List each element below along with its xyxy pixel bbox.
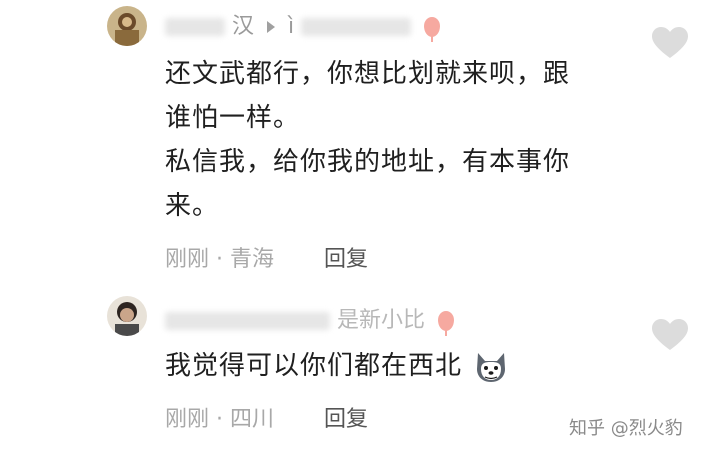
blurred-name-segment <box>165 312 330 330</box>
comment-time: 刚刚 <box>165 247 210 272</box>
play-arrow-icon <box>267 21 276 33</box>
comment-text: 我觉得可以你们都在西北 <box>165 344 625 388</box>
blurred-name-segment <box>301 18 412 36</box>
like-heart-icon[interactable] <box>651 318 689 356</box>
reply-target-text: ì <box>288 14 295 39</box>
balloon-icon <box>424 17 441 42</box>
comment-line: 来。 <box>165 191 220 221</box>
like-heart-icon[interactable] <box>651 26 689 64</box>
commenter-name-text: 是新小比 <box>337 308 426 333</box>
balloon-icon <box>438 311 455 336</box>
avatar[interactable] <box>107 296 147 336</box>
blurred-name-segment <box>165 18 225 36</box>
commenter-name[interactable]: 是新小比 <box>165 302 455 336</box>
comment-location: 青海 <box>230 247 275 272</box>
commenter-name-text: 汉 <box>232 14 255 39</box>
reply-button[interactable]: 回复 <box>324 241 368 273</box>
comment-meta: 刚刚 · 四川 <box>165 401 274 433</box>
commenter-name[interactable]: 汉 ì <box>165 8 441 42</box>
separator: · <box>216 407 224 432</box>
comment-line: 谁怕一样。 <box>165 103 301 133</box>
comment-text: 还文武都行，你想比划就来呗，跟 谁怕一样。 私信我，给你我的地址，有本事你 来。 <box>165 52 625 228</box>
comment-meta: 刚刚 · 青海 <box>165 241 274 273</box>
comment-line: 还文武都行，你想比划就来呗，跟 <box>165 59 571 89</box>
watermark: 知乎 @烈火豹 <box>569 418 683 439</box>
comment-location: 四川 <box>230 407 275 432</box>
comment-time: 刚刚 <box>165 407 210 432</box>
husky-emoji-icon <box>473 349 509 385</box>
comment-line: 我觉得可以你们都在西北 <box>165 351 463 381</box>
avatar[interactable] <box>107 6 147 46</box>
reply-button[interactable]: 回复 <box>324 401 368 433</box>
comment-line: 私信我，给你我的地址，有本事你 <box>165 147 571 177</box>
separator: · <box>216 247 224 272</box>
